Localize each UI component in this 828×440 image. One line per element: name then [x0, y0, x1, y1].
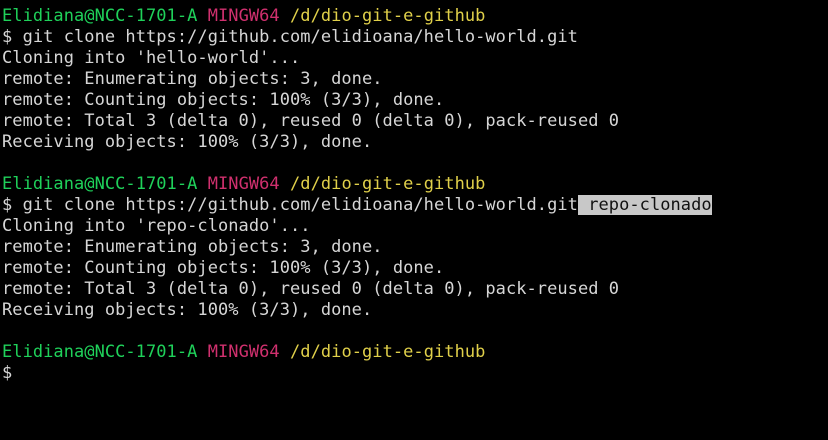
output-line: remote: Counting objects: 100% (3/3), do…	[2, 258, 445, 278]
prompt-system: MINGW64	[207, 6, 280, 26]
terminal-window[interactable]: Elidiana@NCC-1701-A MINGW64 /d/dio-git-e…	[0, 0, 828, 440]
output-line: remote: Total 3 (delta 0), reused 0 (del…	[2, 111, 620, 131]
current-prompt-symbol: $	[2, 363, 13, 383]
output-line: remote: Counting objects: 100% (3/3), do…	[2, 90, 445, 110]
prompt-path: /d/dio-git-e-github	[290, 6, 486, 26]
output-line: remote: Total 3 (delta 0), reused 0 (del…	[2, 279, 620, 299]
input-line[interactable]: $	[2, 363, 828, 384]
output-line: remote: Enumerating objects: 3, done.	[2, 237, 383, 257]
command-text: $ git clone https://github.com/elidioana…	[2, 195, 578, 215]
command-line: $ git clone https://github.com/elidioana…	[2, 195, 828, 216]
prompt-line: Elidiana@NCC-1701-A MINGW64 /d/dio-git-e…	[2, 342, 828, 363]
prompt-path: /d/dio-git-e-github	[290, 174, 486, 194]
prompt-system: MINGW64	[207, 174, 280, 194]
prompt-line: Elidiana@NCC-1701-A MINGW64 /d/dio-git-e…	[2, 174, 828, 195]
output-line: Cloning into 'repo-clonado'...	[2, 216, 311, 236]
prompt-path: /d/dio-git-e-github	[290, 342, 486, 362]
prompt-user: Elidiana@NCC-1701-A	[2, 6, 198, 26]
prompt-user: Elidiana@NCC-1701-A	[2, 342, 198, 362]
output-line: remote: Enumerating objects: 3, done.	[2, 69, 383, 89]
output-line: Receiving objects: 100% (3/3), done.	[2, 300, 373, 320]
prompt-line: Elidiana@NCC-1701-A MINGW64 /d/dio-git-e…	[2, 6, 828, 27]
prompt-user: Elidiana@NCC-1701-A	[2, 174, 198, 194]
output-line: Cloning into 'hello-world'...	[2, 48, 301, 68]
selected-text[interactable]: repo-clonado	[577, 195, 712, 215]
command-text: $ git clone https://github.com/elidioana…	[2, 27, 578, 47]
command-line: $ git clone https://github.com/elidioana…	[2, 27, 828, 48]
prompt-system: MINGW64	[207, 342, 280, 362]
output-line: Receiving objects: 100% (3/3), done.	[2, 132, 373, 152]
